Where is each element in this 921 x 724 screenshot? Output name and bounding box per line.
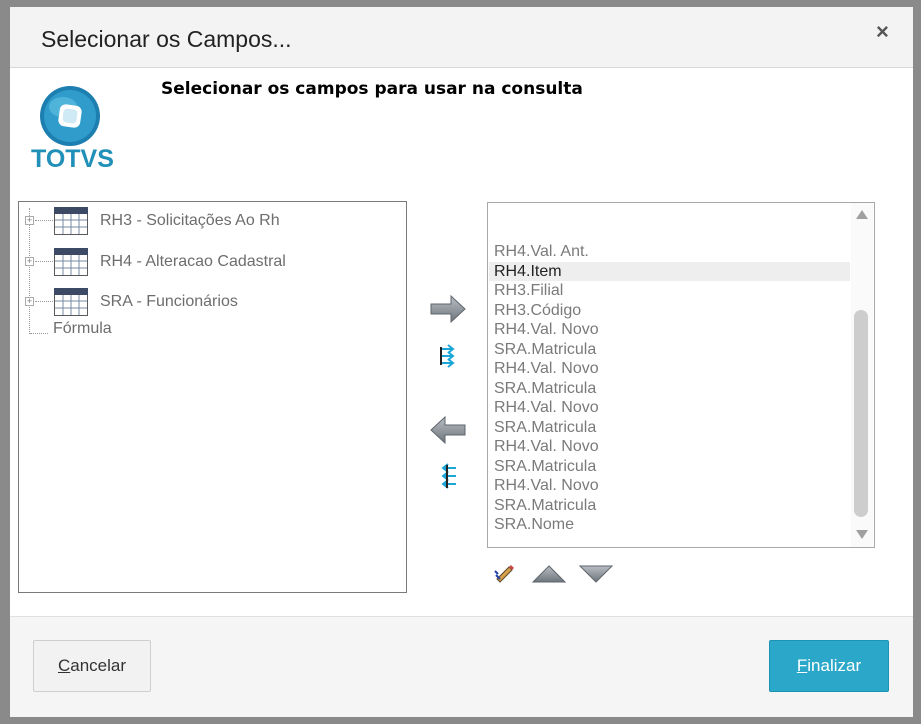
tree-item-label: SRA - Funcionários: [100, 293, 238, 310]
list-item[interactable]: SRA.Matricula: [493, 340, 850, 360]
tree-item-sra[interactable]: + SRA - Funcionários: [19, 287, 399, 317]
list-item[interactable]: RH4.Val. Novo: [493, 398, 850, 418]
scroll-thumb[interactable]: [854, 310, 868, 517]
tree-item-formula[interactable]: Fórmula: [53, 320, 112, 338]
finish-label: inalizar: [807, 656, 862, 675]
list-item[interactable]: SRA.Nome: [493, 515, 850, 535]
list-item[interactable]: SRA.Matricula: [493, 457, 850, 477]
select-fields-dialog: Selecionar os Campos... × TOTVS Selecion…: [10, 7, 913, 717]
cancel-label: ancelar: [70, 656, 127, 675]
tree-item-rh4[interactable]: + RH4 - Alteracao Cadastral: [19, 247, 399, 277]
list-item[interactable]: SRA.Matricula: [493, 379, 850, 399]
cancel-mnemonic: C: [57, 656, 71, 675]
selected-fields-list[interactable]: RH4.Val. Ant. RH4.Item RH3.Filial RH3.Códig…: [487, 202, 875, 548]
triangle-up-icon[interactable]: [531, 564, 567, 584]
finish-mnemonic: F: [796, 656, 808, 675]
list-item[interactable]: RH4.Item: [489, 261, 850, 281]
pencil-icon[interactable]: [494, 563, 516, 583]
tree-item-label: RH3 - Solicitações Ao Rh: [100, 212, 280, 229]
scroll-up-icon[interactable]: [856, 210, 868, 219]
close-icon[interactable]: ×: [876, 21, 889, 43]
expand-icon[interactable]: +: [25, 257, 34, 266]
tree-connector: [35, 220, 53, 221]
available-fields-tree: + RH3 - Solicitações Ao Rh + RH4 - Alter…: [18, 201, 407, 593]
list-item[interactable]: SRA.Matricula: [493, 418, 850, 438]
finish-button[interactable]: Finalizar: [769, 640, 889, 692]
tree-item-rh3[interactable]: + RH3 - Solicitações Ao Rh: [19, 206, 399, 236]
list-item[interactable]: RH4.Val. Novo: [493, 476, 850, 496]
list-item[interactable]: RH3.Filial: [493, 281, 850, 301]
totvs-logo-text: TOTVS: [31, 145, 114, 173]
double-arrow-right-icon[interactable]: [438, 343, 458, 369]
dialog-subtitle: Selecionar os campos para usar na consul…: [161, 79, 583, 99]
list-item[interactable]: RH3.Código: [493, 301, 850, 321]
dialog-titlebar: Selecionar os Campos... ×: [10, 7, 913, 68]
cancel-button[interactable]: Cancelar: [33, 640, 151, 692]
arrow-left-icon[interactable]: [429, 415, 467, 445]
triangle-down-icon[interactable]: [578, 564, 614, 584]
list-item[interactable]: RH4.Val. Novo: [493, 437, 850, 457]
list-item[interactable]: RH4.Val. Novo: [493, 359, 850, 379]
list-item[interactable]: RH4.Val. Novo: [493, 320, 850, 340]
vertical-scrollbar[interactable]: [851, 203, 873, 547]
list-item[interactable]: SRA.Matricula: [493, 496, 850, 516]
tree-connector: [30, 333, 48, 334]
double-arrow-left-icon[interactable]: [438, 462, 458, 490]
tree-connector: [35, 301, 53, 302]
arrow-right-icon[interactable]: [429, 294, 467, 324]
table-icon: [54, 207, 88, 235]
expand-icon[interactable]: +: [25, 297, 34, 306]
list-item[interactable]: RH4.Val. Ant.: [493, 242, 850, 262]
expand-icon[interactable]: +: [25, 216, 34, 225]
table-icon: [54, 288, 88, 316]
table-icon: [54, 248, 88, 276]
tree-connector: [35, 261, 53, 262]
dialog-title: Selecionar os Campos...: [41, 26, 292, 52]
tree-item-label: RH4 - Alteracao Cadastral: [100, 253, 286, 270]
scroll-down-icon[interactable]: [856, 530, 868, 539]
